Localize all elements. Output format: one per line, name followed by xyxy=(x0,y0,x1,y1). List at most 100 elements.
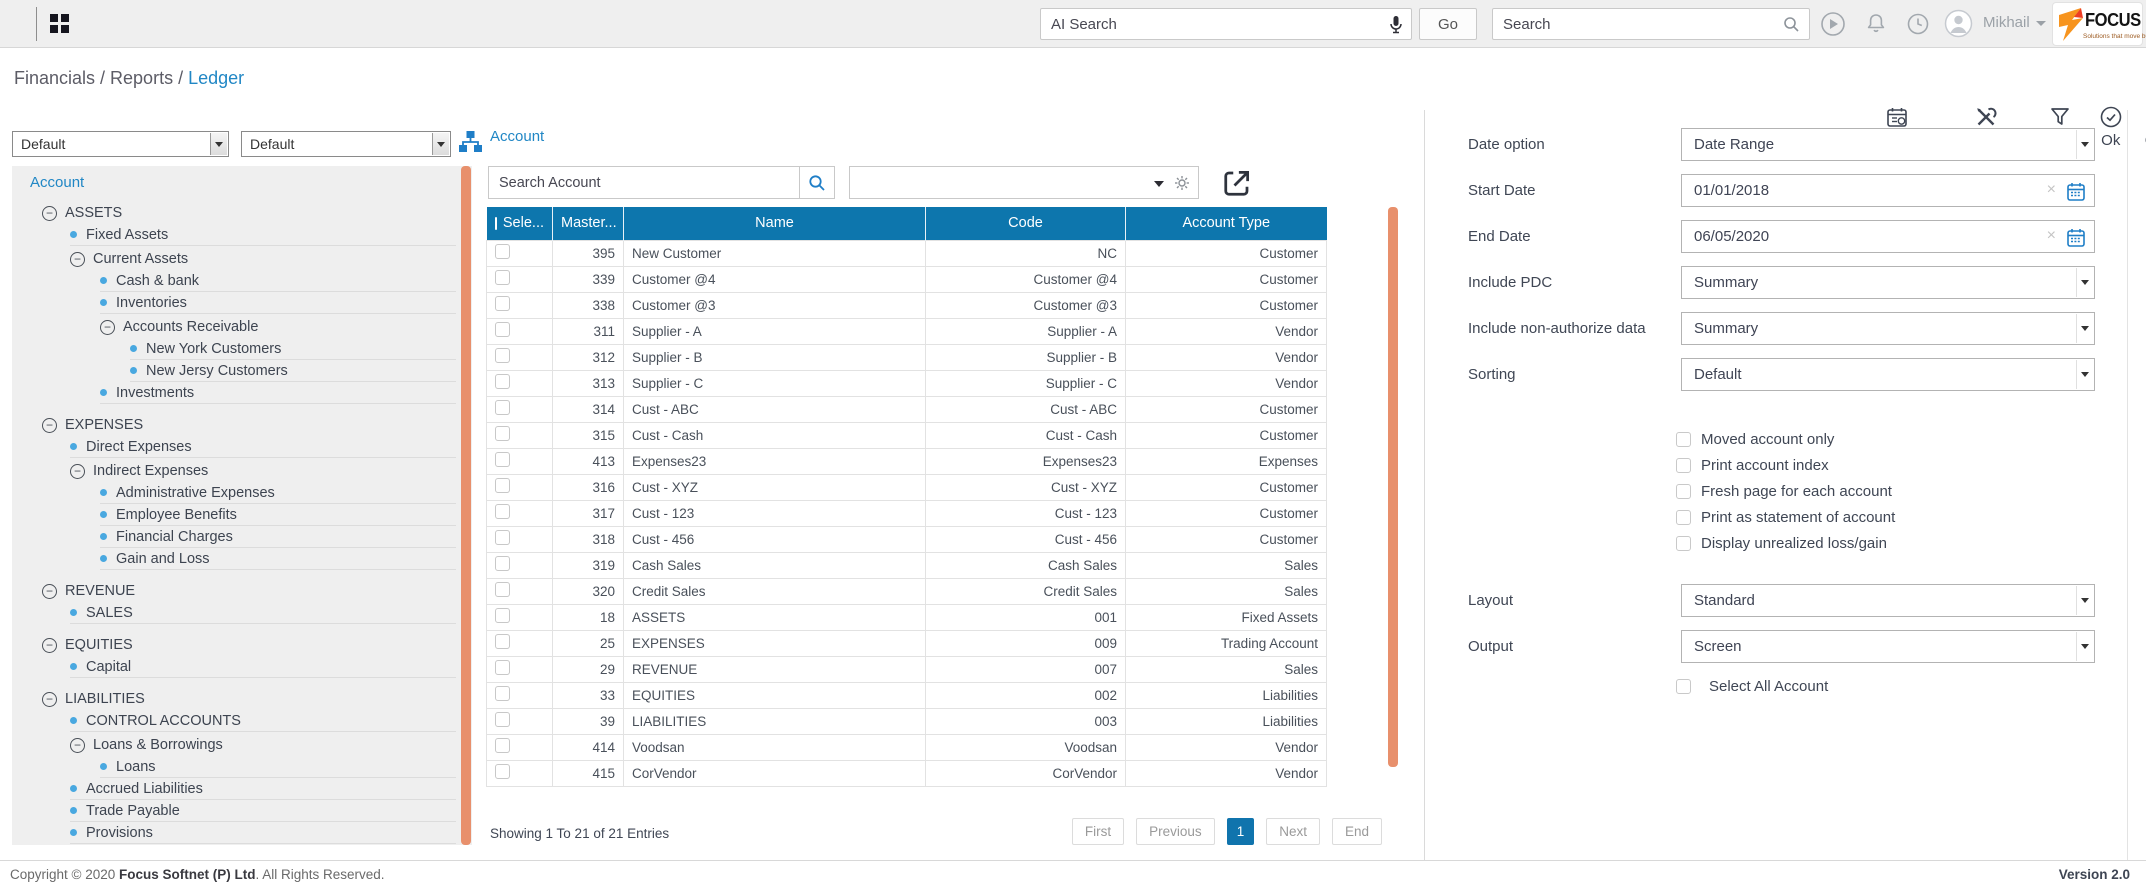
table-row[interactable]: 29REVENUE007Sales xyxy=(487,656,1327,682)
dropdown-button[interactable] xyxy=(2076,360,2093,389)
tree-item[interactable]: −Indirect Expenses xyxy=(70,460,456,482)
col-header-code[interactable]: Code xyxy=(926,207,1126,240)
row-checkbox[interactable] xyxy=(495,556,510,571)
option-row[interactable]: Print as statement of account xyxy=(1676,504,1895,530)
focus-logo[interactable]: FOCUS Solutions that move business xyxy=(2052,2,2143,46)
clear-icon[interactable]: × xyxy=(2047,227,2056,245)
tree-item[interactable]: Accrued Liabilities xyxy=(70,778,456,800)
table-row[interactable]: 319Cash SalesCash SalesSales xyxy=(487,552,1327,578)
tree-item[interactable]: Capital xyxy=(70,656,456,678)
date-input[interactable]: 01/01/2018× xyxy=(1681,174,2095,207)
row-checkbox[interactable] xyxy=(495,426,510,441)
select-input[interactable]: Summary xyxy=(1681,312,2095,345)
dropdown-button[interactable] xyxy=(432,133,449,155)
collapse-minus-icon[interactable]: − xyxy=(70,252,85,267)
table-row[interactable]: 316Cust - XYZCust - XYZCustomer xyxy=(487,474,1327,500)
history-icon[interactable] xyxy=(1905,11,1931,37)
hierarchy-tree-icon[interactable] xyxy=(458,130,483,154)
table-row[interactable]: 33EQUITIES002Liabilities xyxy=(487,682,1327,708)
row-checkbox[interactable] xyxy=(495,348,510,363)
table-row[interactable]: 414VoodsanVoodsanVendor xyxy=(487,734,1327,760)
dropdown-button[interactable] xyxy=(2076,632,2093,661)
user-name[interactable]: Mikhail xyxy=(1983,14,2030,31)
tree-item[interactable]: −Accounts Receivable xyxy=(100,316,456,338)
select-input[interactable]: Date Range xyxy=(1681,128,2095,161)
select-input[interactable]: Default xyxy=(1681,358,2095,391)
tree-item[interactable]: −REVENUE xyxy=(42,580,456,602)
tree-item[interactable]: Investments xyxy=(100,382,456,404)
page-button-first[interactable]: First xyxy=(1072,818,1124,845)
tree-item[interactable]: Loans xyxy=(100,756,456,778)
tree-preset-select-2[interactable]: Default xyxy=(241,131,451,157)
tree-item[interactable]: −EQUITIES xyxy=(42,634,456,656)
dropdown-button[interactable] xyxy=(2076,586,2093,615)
row-checkbox[interactable] xyxy=(495,608,510,623)
row-checkbox[interactable] xyxy=(495,712,510,727)
tree-item[interactable]: −Loans & Borrowings xyxy=(70,734,456,756)
tree-item[interactable]: Inventories xyxy=(100,292,456,314)
tree-item[interactable]: New York Customers xyxy=(130,338,456,360)
export-icon[interactable] xyxy=(1222,168,1252,198)
option-checkbox[interactable] xyxy=(1676,432,1691,447)
dropdown-button[interactable] xyxy=(2076,314,2093,343)
option-row[interactable]: Fresh page for each account xyxy=(1676,478,1895,504)
option-row[interactable]: Print account index xyxy=(1676,452,1895,478)
notifications-bell-icon[interactable] xyxy=(1863,11,1889,37)
tree-item[interactable]: Trade Payable xyxy=(70,800,456,822)
row-checkbox[interactable] xyxy=(495,452,510,467)
dropdown-button[interactable] xyxy=(2076,268,2093,297)
page-button-previous[interactable]: Previous xyxy=(1136,818,1215,845)
table-row[interactable]: 339Customer @4Customer @4Customer xyxy=(487,266,1327,292)
tree-item[interactable]: −LIABILITIES xyxy=(42,688,456,710)
tree-item[interactable]: −ASSETS xyxy=(42,202,456,224)
page-button-next[interactable]: Next xyxy=(1266,818,1320,845)
collapse-minus-icon[interactable]: − xyxy=(42,206,57,221)
table-row[interactable]: 39LIABILITIES003Liabilities xyxy=(487,708,1327,734)
table-row[interactable]: 18ASSETS001Fixed Assets xyxy=(487,604,1327,630)
chevron-down-icon[interactable] xyxy=(1154,181,1164,187)
tree-item[interactable]: Fixed Assets xyxy=(70,224,456,246)
row-checkbox[interactable] xyxy=(495,738,510,753)
row-checkbox[interactable] xyxy=(495,686,510,701)
row-checkbox[interactable] xyxy=(495,244,510,259)
date-input[interactable]: 06/05/2020× xyxy=(1681,220,2095,253)
mic-icon[interactable] xyxy=(1389,15,1403,35)
quick-search-input[interactable] xyxy=(1493,9,1809,39)
select-input[interactable]: Summary xyxy=(1681,266,2095,299)
col-header-account-type[interactable]: Account Type xyxy=(1126,207,1327,240)
tree-item[interactable]: Financial Charges xyxy=(100,526,456,548)
tree-item[interactable]: Provisions xyxy=(70,822,456,844)
apps-grid-icon[interactable] xyxy=(50,14,69,33)
tree-item[interactable]: Cash & bank xyxy=(100,270,456,292)
collapse-minus-icon[interactable]: − xyxy=(70,464,85,479)
table-row[interactable]: 314Cust - ABCCust - ABCCustomer xyxy=(487,396,1327,422)
dropdown-button[interactable] xyxy=(2076,130,2093,159)
gear-icon[interactable] xyxy=(1174,175,1190,191)
account-search-button[interactable] xyxy=(799,166,835,199)
table-row[interactable]: 338Customer @3Customer @3Customer xyxy=(487,292,1327,318)
row-checkbox[interactable] xyxy=(495,764,510,779)
table-row[interactable]: 317Cust - 123Cust - 123Customer xyxy=(487,500,1327,526)
row-checkbox[interactable] xyxy=(495,530,510,545)
row-checkbox[interactable] xyxy=(495,270,510,285)
col-header-name[interactable]: Name xyxy=(624,207,926,240)
row-checkbox[interactable] xyxy=(495,634,510,649)
search-icon[interactable] xyxy=(1783,16,1800,33)
row-checkbox[interactable] xyxy=(495,660,510,675)
table-row[interactable]: 395New CustomerNCCustomer xyxy=(487,240,1327,266)
select-all-account-option[interactable]: Select All Account xyxy=(1676,678,1828,695)
option-checkbox[interactable] xyxy=(1676,484,1691,499)
tree-item[interactable]: Administrative Expenses xyxy=(100,482,456,504)
calendar-icon[interactable] xyxy=(2066,227,2086,253)
table-row[interactable]: 312Supplier - BSupplier - BVendor xyxy=(487,344,1327,370)
tree-item[interactable]: SALES xyxy=(70,602,456,624)
table-row[interactable]: 311Supplier - ASupplier - AVendor xyxy=(487,318,1327,344)
select-input[interactable]: Screen xyxy=(1681,630,2095,663)
select-input[interactable]: Standard xyxy=(1681,584,2095,617)
row-checkbox[interactable] xyxy=(495,322,510,337)
option-checkbox[interactable] xyxy=(1676,536,1691,551)
option-row[interactable]: Display unrealized loss/gain xyxy=(1676,530,1895,556)
table-row[interactable]: 25EXPENSES009Trading Account xyxy=(487,630,1327,656)
row-checkbox[interactable] xyxy=(495,504,510,519)
tree-item[interactable]: Employee Benefits xyxy=(100,504,456,526)
